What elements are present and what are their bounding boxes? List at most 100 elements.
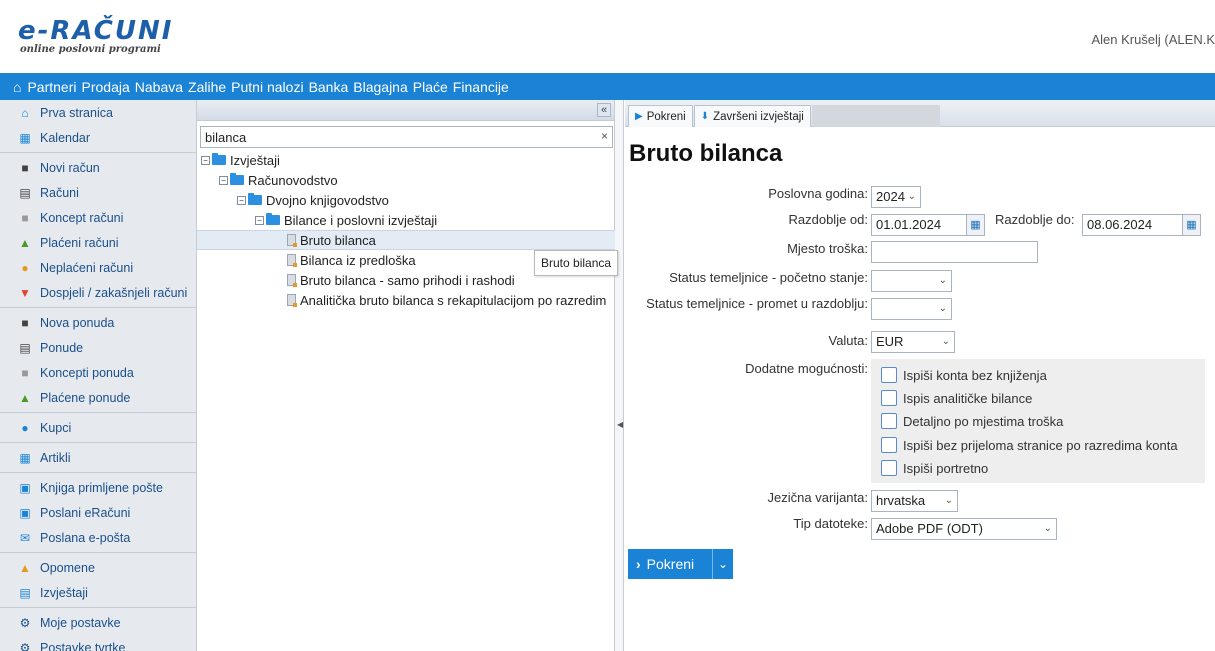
tab-run[interactable]: ▶ Pokreni: [628, 105, 693, 127]
collapse-toggle-icon[interactable]: −: [255, 215, 264, 225]
run-report-button[interactable]: › Pokreni: [628, 549, 712, 579]
sidebar-item-izvjestaji[interactable]: ▤ Izvještaji: [0, 580, 196, 605]
report-tree-panel: « × − Izvještaji − Računovodstvo − Dvojn…: [197, 100, 615, 651]
tree-search-input[interactable]: [200, 126, 613, 148]
chevron-down-icon: ⌄: [717, 557, 729, 571]
year-select[interactable]: 2024 ⌄: [871, 186, 921, 208]
sidebar-item-dospjeli-racuni[interactable]: ▼ Dospjeli / zakašnjeli računi: [0, 280, 196, 305]
nav-item-prodaja[interactable]: Prodaja: [82, 79, 130, 95]
option-bez-prijeloma[interactable]: Ispiši bez prijeloma stranice po razredi…: [881, 435, 1178, 455]
sidebar-item-racuni[interactable]: ▤ Računi: [0, 180, 196, 205]
tree-panel-header: «: [197, 100, 614, 121]
calendar-icon[interactable]: ▦: [1183, 214, 1201, 236]
nav-item-blagajna[interactable]: Blagajna: [353, 79, 408, 95]
cost-place-input[interactable]: [871, 241, 1038, 263]
sidebar-item-koncepti-ponuda[interactable]: ■ Koncepti ponuda: [0, 360, 196, 385]
chevron-down-icon: ⌄: [907, 191, 916, 202]
run-options-dropdown[interactable]: ⌄: [712, 549, 733, 579]
language-select[interactable]: hrvatska ⌄: [871, 490, 958, 512]
checkbox[interactable]: [881, 390, 897, 406]
chevron-down-icon: ⌄: [944, 495, 953, 506]
status-initial-select[interactable]: ⌄: [871, 270, 952, 292]
checkbox[interactable]: [881, 437, 897, 453]
sidebar-item-novi-racun[interactable]: ■ Novi račun: [0, 155, 196, 180]
collapse-toggle-icon[interactable]: −: [201, 155, 210, 165]
clear-search-icon[interactable]: ×: [601, 129, 608, 143]
nav-item-banka[interactable]: Banka: [309, 79, 349, 95]
chevron-down-icon: ⌄: [938, 303, 947, 314]
report-icon: [287, 294, 297, 307]
logo[interactable]: e-RAČUNI online poslovni programi: [18, 18, 173, 55]
sidebar-item-poslani-eracuni[interactable]: ▣ Poslani eRačuni: [0, 500, 196, 525]
sidebar-item-label: Opomene: [40, 560, 95, 575]
sidebar-item-placene-ponude[interactable]: ▲ Plaćene ponude: [0, 385, 196, 410]
option-analiticke-bilance[interactable]: Ispis analitičke bilance: [881, 388, 1032, 408]
calendar-icon[interactable]: ▦: [967, 214, 985, 236]
option-mjesta-troska[interactable]: Detaljno po mjestima troška: [881, 411, 1063, 431]
user-name[interactable]: Alen Krušelj (ALEN.K: [1091, 32, 1215, 47]
status-period-label: Status temeljnice - promet u razdoblju:: [646, 296, 868, 311]
inbox-icon: ▣: [19, 480, 31, 495]
sidebar-item-knjiga-posta[interactable]: ▣ Knjiga primljene pošte: [0, 475, 196, 500]
sidebar-item-poslana-eposta[interactable]: ✉ Poslana e-pošta: [0, 525, 196, 550]
report-tree: − Izvještaji − Računovodstvo − Dvojno kn…: [197, 150, 615, 310]
new-document-icon: ■: [21, 315, 29, 330]
nav-item-putni-nalozi[interactable]: Putni nalozi: [231, 79, 303, 95]
option-konta-bez-knjizenja[interactable]: Ispiši konta bez knjiženja: [881, 365, 1047, 385]
sidebar-item-prva-stranica[interactable]: ⌂ Prva stranica: [0, 100, 196, 125]
sidebar-item-label: Postavke tvrtke: [40, 640, 126, 651]
currency-select[interactable]: EUR ⌄: [871, 331, 955, 353]
thumbs-down-icon: ▼: [19, 285, 31, 300]
sidebar-item-artikli[interactable]: ▦ Artikli: [0, 445, 196, 470]
tree-node-bruto-bilanca[interactable]: Bruto bilanca: [197, 230, 615, 250]
sidebar-item-opomene[interactable]: ▲ Opomene: [0, 555, 196, 580]
collapse-toggle-icon[interactable]: −: [219, 175, 228, 185]
logo-text: e-RAČUNI: [18, 16, 174, 46]
sidebar-item-label: Novi račun: [40, 160, 100, 175]
filetype-select-value: Adobe PDF (ODT): [876, 521, 983, 536]
sidebar-item-ponude[interactable]: ▤ Ponude: [0, 335, 196, 360]
chart-icon: ▤: [19, 585, 31, 600]
nav-item-partneri[interactable]: Partneri: [27, 79, 76, 95]
filetype-label: Tip datoteke:: [793, 516, 868, 531]
tree-node-analiticka-bruto-bilanca[interactable]: Analitička bruto bilanca s rekapitulacij…: [197, 290, 615, 310]
checkbox[interactable]: [881, 413, 897, 429]
sidebar-item-nova-ponuda[interactable]: ■ Nova ponuda: [0, 310, 196, 335]
currency-select-value: EUR: [876, 334, 904, 349]
report-icon: [287, 274, 297, 287]
sidebar-divider: [0, 152, 196, 153]
checkbox[interactable]: [881, 460, 897, 476]
collapse-toggle-icon[interactable]: −: [237, 195, 246, 205]
sidebar-item-kalendar[interactable]: ▦ Kalendar: [0, 125, 196, 150]
sidebar-item-moje-postavke[interactable]: ⚙ Moje postavke: [0, 610, 196, 635]
tree-node-racunovodstvo[interactable]: − Računovodstvo: [197, 170, 615, 190]
panel-splitter[interactable]: ◀: [615, 100, 624, 651]
home-icon[interactable]: ⌂: [13, 79, 21, 95]
splitter-arrow-icon[interactable]: ◀: [617, 420, 623, 429]
checkbox[interactable]: [881, 367, 897, 383]
sidebar-item-postavke-tvrtke[interactable]: ⚙ Postavke tvrtke: [0, 635, 196, 651]
sidebar-item-koncept-racuni[interactable]: ■ Koncept računi: [0, 205, 196, 230]
period-from-label: Razdoblje od:: [788, 212, 869, 227]
sidebar-item-label: Računi: [40, 185, 79, 200]
sidebar-item-kupci[interactable]: ● Kupci: [0, 415, 196, 440]
nav-item-nabava[interactable]: Nabava: [135, 79, 183, 95]
tree-node-dvojno-knjigovodstvo[interactable]: − Dvojno knjigovodstvo: [197, 190, 615, 210]
collapse-panel-button[interactable]: «: [597, 103, 611, 117]
period-from-input[interactable]: 01.01.2024: [871, 214, 967, 236]
sidebar-item-placeni-racuni[interactable]: ▲ Plaćeni računi: [0, 230, 196, 255]
sidebar-item-label: Plaćene ponude: [40, 390, 131, 405]
tab-finished-reports[interactable]: ⬇ Završeni izvještaji: [693, 105, 811, 127]
period-to-input[interactable]: 08.06.2024: [1082, 214, 1183, 236]
nav-item-place[interactable]: Plaće: [413, 79, 448, 95]
filetype-select[interactable]: Adobe PDF (ODT) ⌄: [871, 518, 1057, 540]
calendar-icon: ▦: [19, 130, 31, 145]
nav-item-zalihe[interactable]: Zalihe: [188, 79, 226, 95]
nav-item-financije[interactable]: Financije: [453, 79, 509, 95]
sidebar-item-neplaceni-racuni[interactable]: ● Neplaćeni računi: [0, 255, 196, 280]
draft-icon: ■: [21, 210, 29, 225]
option-portretno[interactable]: Ispiši portretno: [881, 458, 988, 478]
tree-node-izvjestaji[interactable]: − Izvještaji: [197, 150, 615, 170]
tree-node-bilance[interactable]: − Bilance i poslovni izvještaji: [197, 210, 615, 230]
status-period-select[interactable]: ⌄: [871, 298, 952, 320]
